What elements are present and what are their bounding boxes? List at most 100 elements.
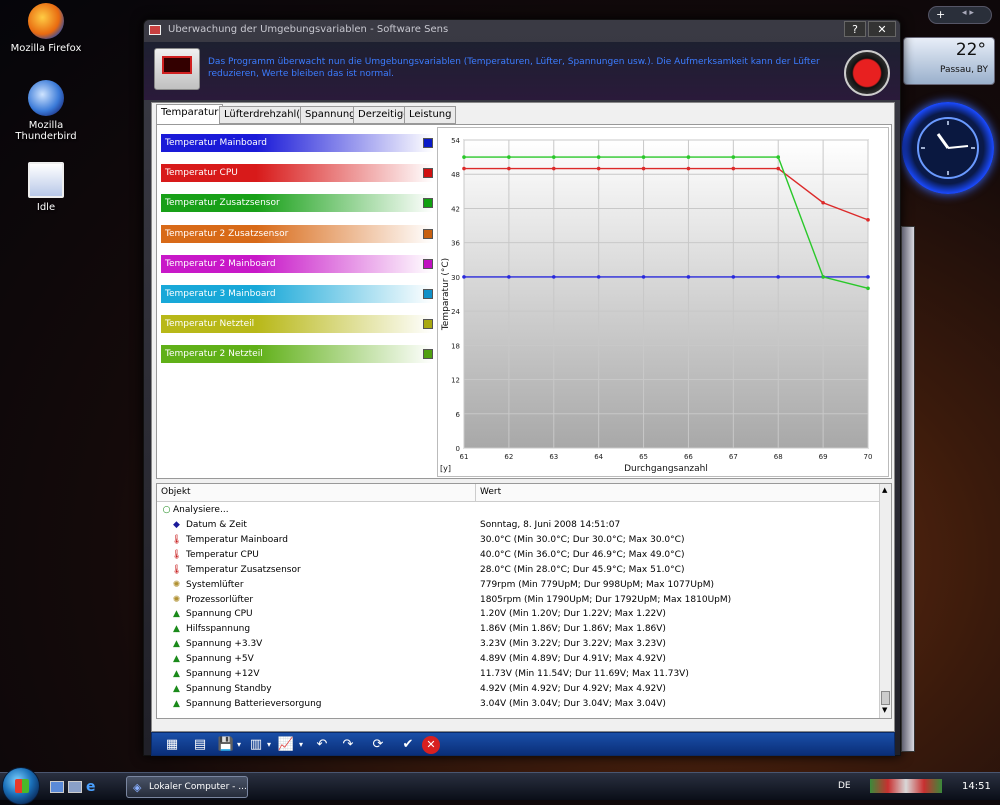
- y-tick-label: 6: [456, 411, 461, 419]
- save-icon[interactable]: 💾: [216, 735, 236, 755]
- table-row[interactable]: ▲ Spannung Batterieversorgung 3.04V (Min 3…: [157, 697, 879, 712]
- switch-windows-icon[interactable]: [68, 781, 82, 793]
- close-button[interactable]: ✕: [868, 21, 896, 37]
- voltage-icon: ▲: [173, 624, 180, 635]
- sensor-item[interactable]: Temperatur Mainboard: [161, 134, 433, 152]
- color-swatch[interactable]: [423, 228, 433, 239]
- sensor-item[interactable]: Temperatur 2 Zusatzsensor: [161, 224, 433, 243]
- table-row[interactable]: 🌡 Temperatur CPU 40.0°C (Min 36.0°C; Dur 4…: [157, 548, 879, 563]
- color-swatch[interactable]: [423, 198, 433, 209]
- sensor-item[interactable]: Temperatur Zusatzsensor: [161, 194, 433, 213]
- language-indicator[interactable]: DE: [838, 781, 851, 791]
- column-header-object[interactable]: Objekt: [161, 487, 191, 497]
- client-area: Temparatur Lüfterdrehzahl(en) Spannung D…: [151, 102, 895, 732]
- scroll-up-icon[interactable]: ▲: [882, 486, 887, 494]
- color-swatch[interactable]: [423, 138, 433, 148]
- redo-icon[interactable]: ↷: [338, 735, 358, 755]
- data-point: [866, 286, 870, 291]
- chevron-down-icon[interactable]: ▾: [296, 735, 306, 755]
- weather-gadget[interactable]: 22° Passau, BY: [903, 37, 995, 85]
- column-divider[interactable]: [475, 484, 476, 502]
- voltage-icon: ▲: [173, 698, 180, 709]
- undo-icon[interactable]: ↶: [312, 735, 332, 755]
- table-row[interactable]: 🌡 Temperatur Mainboard 30.0°C (Min 30.0°C;…: [157, 533, 879, 548]
- gadget-nav-icon[interactable]: ◂ ▸: [962, 8, 974, 18]
- voltage-icon: ▲: [173, 669, 180, 679]
- desktop-icon-firefox[interactable]: Mozilla Firefox: [6, 3, 86, 54]
- internet-explorer-icon[interactable]: e: [86, 779, 96, 795]
- sensor-item[interactable]: Temperatur 3 Mainboard: [161, 285, 433, 303]
- clock-gadget[interactable]: [902, 102, 994, 194]
- y-tick-label: 54: [451, 137, 460, 145]
- table-icon[interactable]: ▤: [190, 735, 210, 755]
- row-value: 1805rpm (Min 1790UpM; Dur 1792UpM; Max 1…: [480, 594, 732, 605]
- thunderbird-icon: [28, 80, 64, 116]
- table-row[interactable]: ▲ Spannung Standby 4.92V (Min 4.92V; Dur 4…: [157, 682, 879, 697]
- table-row[interactable]: ▲ Spannung +12V 11.73V (Min 11.54V; Dur 11…: [157, 667, 879, 682]
- color-swatch[interactable]: [423, 349, 433, 360]
- status-gauge-icon: [844, 50, 890, 96]
- data-point: [507, 166, 511, 171]
- tab-temperature[interactable]: Temparatur: [156, 104, 224, 125]
- sensor-label: Temperatur 2 Mainboard: [165, 258, 276, 269]
- table-row[interactable]: 🌡 Temperatur Zusatzsensor 28.0°C (Min 28.0…: [157, 563, 879, 578]
- weather-temp: 22°: [955, 40, 986, 60]
- table-row[interactable]: ▲ Spannung CPU 1.20V (Min 1.20V; Dur 1.22V…: [157, 607, 879, 622]
- table-row[interactable]: ◆ Datum & Zeit Sonntag, 8. Juni 2008 14:51…: [157, 518, 879, 533]
- confirm-icon[interactable]: ✔: [398, 735, 418, 755]
- voltage-icon: ▲: [173, 639, 180, 650]
- color-swatch[interactable]: [423, 258, 433, 269]
- table-row[interactable]: ▲ Spannung +3.3V 3.23V (Min 3.22V; Dur 3.2…: [157, 637, 879, 652]
- desktop-icon-label: Mozilla Firefox: [10, 43, 82, 54]
- x-tick-label: 68: [774, 453, 783, 461]
- sensor-item[interactable]: Temperatur 2 Netzteil: [161, 345, 433, 364]
- tab-power[interactable]: Leistung: [404, 106, 457, 124]
- color-swatch[interactable]: [423, 319, 433, 330]
- computer-icon: ◈: [133, 781, 142, 794]
- chevron-down-icon[interactable]: ▾: [234, 735, 244, 755]
- scroll-down-icon[interactable]: ▼: [882, 706, 887, 714]
- sensor-item[interactable]: Temperatur 2 Mainboard: [161, 254, 433, 273]
- row-value: 30.0°C (Min 30.0°C; Dur 30.0°C; Max 30.0…: [480, 534, 685, 545]
- data-point: [866, 218, 870, 222]
- table-row[interactable]: ✺ Prozessorlüfter 1805rpm (Min 1790UpM; Du…: [157, 593, 879, 608]
- sensor-item[interactable]: Temperatur Netzteil: [161, 315, 433, 334]
- taskbar-task-button[interactable]: ◈ Lokaler Computer - ...: [126, 776, 248, 798]
- start-button[interactable]: [2, 767, 40, 805]
- stop-icon[interactable]: ✕: [422, 736, 440, 754]
- title-bar[interactable]: Überwachung der Umgebungsvariablen - Sof…: [144, 20, 900, 42]
- help-button[interactable]: ?: [844, 21, 866, 37]
- diamond-icon: ◆: [173, 520, 180, 530]
- table-scrollbar[interactable]: ▲ ▼: [879, 484, 891, 718]
- desktop-icon-thunderbird[interactable]: Mozilla Thunderbird: [6, 80, 86, 142]
- clock-time[interactable]: 14:51: [962, 781, 991, 792]
- refresh-icon[interactable]: ⟳: [368, 735, 388, 755]
- fan-icon: ✺: [172, 594, 181, 605]
- data-point: [866, 275, 870, 279]
- row-object: Prozessorlüfter: [186, 594, 254, 605]
- chart-icon[interactable]: 📈: [276, 735, 296, 755]
- row-value: 1.20V (Min 1.20V; Dur 1.22V; Max 1.22V): [480, 609, 666, 620]
- data-point: [551, 155, 556, 159]
- table-row[interactable]: ✺ Systemlüfter 779rpm (Min 779UpM; Dur 998…: [157, 578, 879, 593]
- thermometer-icon: 🌡: [171, 549, 183, 560]
- color-swatch[interactable]: [423, 168, 433, 179]
- column-header-value[interactable]: Wert: [480, 487, 501, 497]
- table-row-root[interactable]: ○ Analysiere...: [157, 503, 879, 518]
- tray-icons[interactable]: [870, 779, 942, 793]
- color-swatch[interactable]: [423, 289, 433, 299]
- row-value: 779rpm (Min 779UpM; Dur 998UpM; Max 1077…: [480, 579, 714, 590]
- chevron-down-icon[interactable]: ▾: [264, 735, 274, 755]
- sensor-item[interactable]: Temperatur CPU: [161, 164, 433, 183]
- table-row[interactable]: ▲ Spannung +5V 4.89V (Min 4.89V; Dur 4.91V…: [157, 652, 879, 667]
- calculator-icon[interactable]: ▦: [162, 735, 182, 755]
- row-value: 28.0°C (Min 28.0°C; Dur 45.9°C; Max 51.0…: [480, 564, 685, 575]
- sensor-monitor-window: Überwachung der Umgebungsvariablen - Sof…: [143, 19, 901, 756]
- tab-voltage[interactable]: Spannung: [300, 106, 361, 124]
- table-row[interactable]: ▲ Hilfsspannung 1.86V (Min 1.86V; Dur 1.86…: [157, 622, 879, 637]
- report-icon[interactable]: ▥: [246, 735, 266, 755]
- show-desktop-icon[interactable]: [50, 781, 64, 793]
- add-gadget-icon[interactable]: +: [936, 8, 945, 21]
- scroll-thumb[interactable]: [881, 691, 890, 705]
- desktop-icon-idle[interactable]: Idle: [6, 162, 86, 213]
